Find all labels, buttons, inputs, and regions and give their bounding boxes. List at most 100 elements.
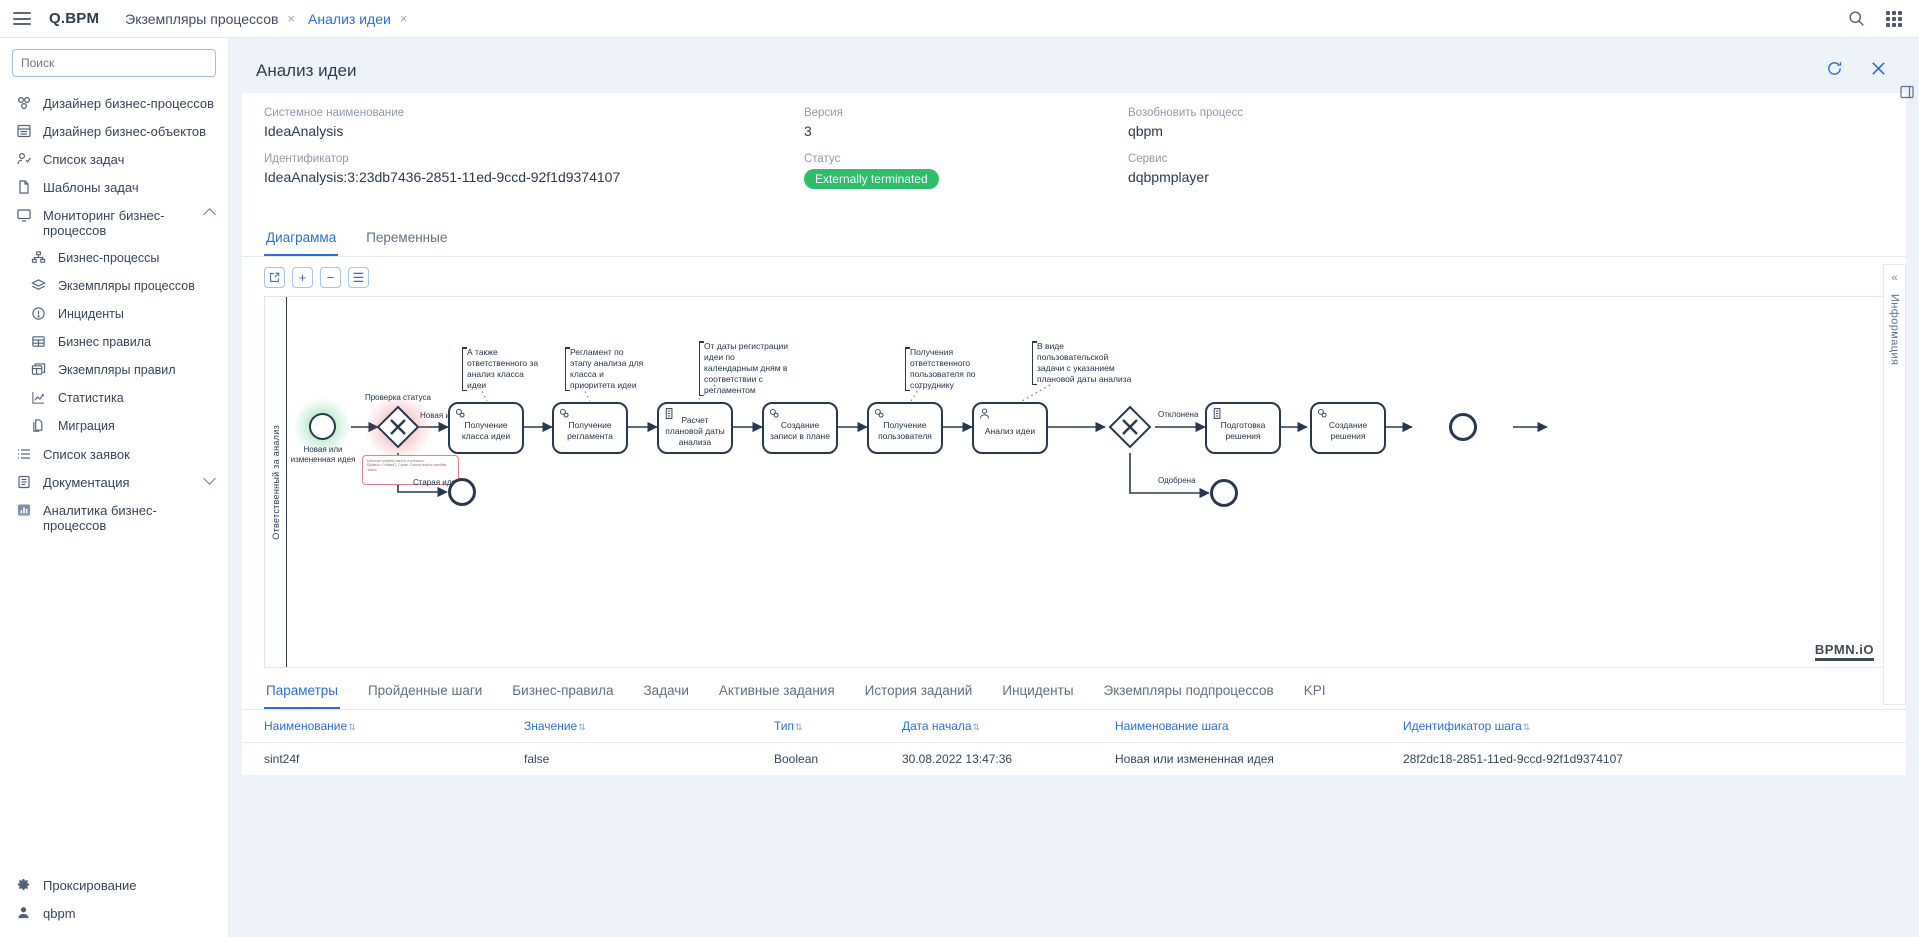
sidebar-item-statistics[interactable]: Статистика xyxy=(0,384,228,412)
sidebar-bottom-nav: Проксирование qbpm xyxy=(0,871,228,927)
sidebar-item-rule-instances[interactable]: Экземпляры правил xyxy=(0,356,228,384)
info-rail-label: Информация xyxy=(1888,294,1901,366)
sidebar-item-label: Экземпляры правил xyxy=(58,363,176,377)
sidebar-item-proxying[interactable]: Проксирование xyxy=(0,871,228,899)
bpmn-end-event-3[interactable] xyxy=(1449,413,1477,441)
tab-active-jobs[interactable]: Активные задания xyxy=(717,672,837,709)
sidebar-item-task-templates[interactable]: Шаблоны задач xyxy=(0,173,228,201)
sidebar-item-business-rules[interactable]: Бизнес правила xyxy=(0,328,228,356)
column-header-value[interactable]: Значение⇅ xyxy=(524,719,774,733)
column-header-name[interactable]: Наименование⇅ xyxy=(264,719,524,733)
info-column-1: Системное наименование IdeaAnalysis Иден… xyxy=(264,107,804,203)
tab-subprocess-instances[interactable]: Экземпляры подпроцессов xyxy=(1102,672,1276,709)
sidebar-item-documentation[interactable]: Документация xyxy=(0,468,228,496)
info-rail[interactable]: « Информация xyxy=(1883,264,1906,705)
field-status: Статус Externally terminated xyxy=(803,153,1128,189)
bpmn-end-event-2[interactable] xyxy=(1210,479,1238,507)
window-tab-strip: Экземпляры процессов × Анализ идеи × xyxy=(121,0,416,37)
field-value: 3 xyxy=(803,123,812,139)
zoom-in-button[interactable]: + xyxy=(292,267,313,288)
rules-instances-icon xyxy=(31,362,47,378)
tab-kpi[interactable]: KPI xyxy=(1302,672,1328,709)
bpmn-annotation-5: В виде пользовательской задачи с указани… xyxy=(1031,341,1132,385)
column-header-step-id[interactable]: Идентификатор шага⇅ xyxy=(1403,719,1884,733)
panel-toggle-icon[interactable] xyxy=(1899,84,1915,100)
bpmn-end-event-1[interactable] xyxy=(448,478,476,506)
open-external-button[interactable] xyxy=(264,267,285,288)
close-icon[interactable]: × xyxy=(287,12,295,25)
window-tab-process-instances[interactable]: Экземпляры процессов × xyxy=(121,0,304,37)
table-icon xyxy=(31,334,47,350)
field-value: qbpm xyxy=(1127,123,1163,139)
sidebar-item-label: Инциденты xyxy=(58,307,124,321)
close-icon[interactable] xyxy=(1869,59,1888,83)
diagram-block: + − ☰ Ответственный за анализ Новая или … xyxy=(242,257,1906,668)
service-task-icon xyxy=(1316,407,1329,420)
bpmn-task-create-decision[interactable]: Создание решения xyxy=(1310,402,1386,454)
tab-variables[interactable]: Переменные xyxy=(364,219,449,256)
sidebar-item-label: Дизайнер бизнес-объектов xyxy=(43,124,207,139)
bpmn-start-event[interactable] xyxy=(309,413,336,440)
bpmn-task-get-regulation[interactable]: Получение регламента xyxy=(552,402,628,454)
sidebar-item-object-designer[interactable]: Дизайнер бизнес-объектов xyxy=(0,117,228,145)
field-label: Системное наименование xyxy=(264,107,405,119)
bpmn-task-create-plan-record[interactable]: Создание записи в плане xyxy=(762,402,838,454)
window-tab-idea-analysis[interactable]: Анализ идеи × xyxy=(304,0,416,37)
sidebar-item-bp-analytics[interactable]: Аналитика бизнес-процессов xyxy=(0,496,228,539)
grid-apps-icon[interactable] xyxy=(1883,8,1905,30)
bpmn-task-idea-analysis[interactable]: Анализ идеи xyxy=(972,402,1048,454)
tab-passed-steps[interactable]: Пройденные шаги xyxy=(366,672,484,709)
close-icon[interactable]: × xyxy=(400,12,408,25)
table-row[interactable]: sint24f false Boolean 30.08.2022 13:47:3… xyxy=(242,743,1906,775)
collapse-icon[interactable]: « xyxy=(1891,273,1897,284)
bpmn-task-calc-planned-date[interactable]: Расчет плановой даты анализа xyxy=(657,402,733,454)
sidebar-item-process-designer[interactable]: Дизайнер бизнес-процессов xyxy=(0,89,228,117)
sidebar-item-process-instances[interactable]: Экземпляры процессов xyxy=(0,272,228,300)
cell-start-date: 30.08.2022 13:47:36 xyxy=(902,752,1013,766)
bpmn-task-get-user[interactable]: Получение пользователя xyxy=(867,402,943,454)
tab-parameters[interactable]: Параметры xyxy=(264,672,340,709)
refresh-icon[interactable] xyxy=(1826,60,1843,82)
tab-tasks[interactable]: Задачи xyxy=(642,672,691,709)
cell-name: sint24f xyxy=(264,752,300,766)
sidebar-item-requests-list[interactable]: Список заявок xyxy=(0,440,228,468)
sidebar-item-incidents[interactable]: Инциденты xyxy=(0,300,228,328)
bpmn-task-prepare-decision[interactable]: Подготовка решения xyxy=(1205,402,1281,454)
column-header-type[interactable]: Тип⇅ xyxy=(774,719,902,733)
tab-job-history[interactable]: История заданий xyxy=(863,672,975,709)
sidebar-item-label: Проксирование xyxy=(43,878,137,893)
search-icon[interactable] xyxy=(1845,8,1867,30)
tab-business-rules[interactable]: Бизнес-правила xyxy=(510,672,615,709)
diagram-toolbar: + − ☰ xyxy=(264,267,1884,288)
column-header-start-date[interactable]: Дата начала⇅ xyxy=(902,719,1115,733)
sidebar-item-process-monitoring[interactable]: Мониторинг бизнес-процессов xyxy=(0,201,228,244)
bpmn-exclusive-gateway-1[interactable] xyxy=(376,405,420,449)
sidebar-item-label: Мониторинг бизнес-процессов xyxy=(43,208,165,238)
sidebar-item-label: Миграция xyxy=(58,419,115,433)
sidebar-item-user[interactable]: qbpm xyxy=(0,899,228,927)
hamburger-icon[interactable] xyxy=(13,12,31,25)
bpmn-node-label: Проверка статуса xyxy=(364,393,431,402)
main-content: Анализ идеи Системное наименование IdeaA… xyxy=(229,38,1919,937)
field-version: Версия 3 xyxy=(804,107,1128,139)
search-input[interactable] xyxy=(12,49,216,77)
field-system-name: Системное наименование IdeaAnalysis xyxy=(264,107,804,139)
sidebar-item-migration[interactable]: Миграция xyxy=(0,412,228,440)
bpmn-exclusive-gateway-2[interactable] xyxy=(1108,405,1152,449)
page-header: Анализ идеи xyxy=(242,49,1906,93)
app-brand: Q.BPM xyxy=(49,10,100,27)
fit-viewport-button[interactable]: ☰ xyxy=(348,267,369,288)
sidebar-search xyxy=(0,38,228,83)
layers-icon xyxy=(31,278,47,294)
bpmn-annotation-1: А также ответственного за анализ класса … xyxy=(461,347,544,391)
tab-incidents[interactable]: Инциденты xyxy=(1000,672,1075,709)
tab-diagram[interactable]: Диаграмма xyxy=(264,219,339,256)
column-header-step-name[interactable]: Наименование шага xyxy=(1115,719,1403,733)
service-task-icon xyxy=(454,407,467,420)
sidebar-item-business-processes[interactable]: Бизнес-процессы xyxy=(0,244,228,272)
bpmn-task-get-idea-class[interactable]: Получение класса идеи xyxy=(448,402,524,454)
zoom-out-button[interactable]: − xyxy=(320,267,341,288)
bpmn-canvas[interactable]: Ответственный за анализ Новая или измене… xyxy=(264,296,1884,668)
cell-step-name: Новая или измененная идея xyxy=(1115,752,1274,766)
sidebar-item-task-list[interactable]: Список задач xyxy=(0,145,228,173)
